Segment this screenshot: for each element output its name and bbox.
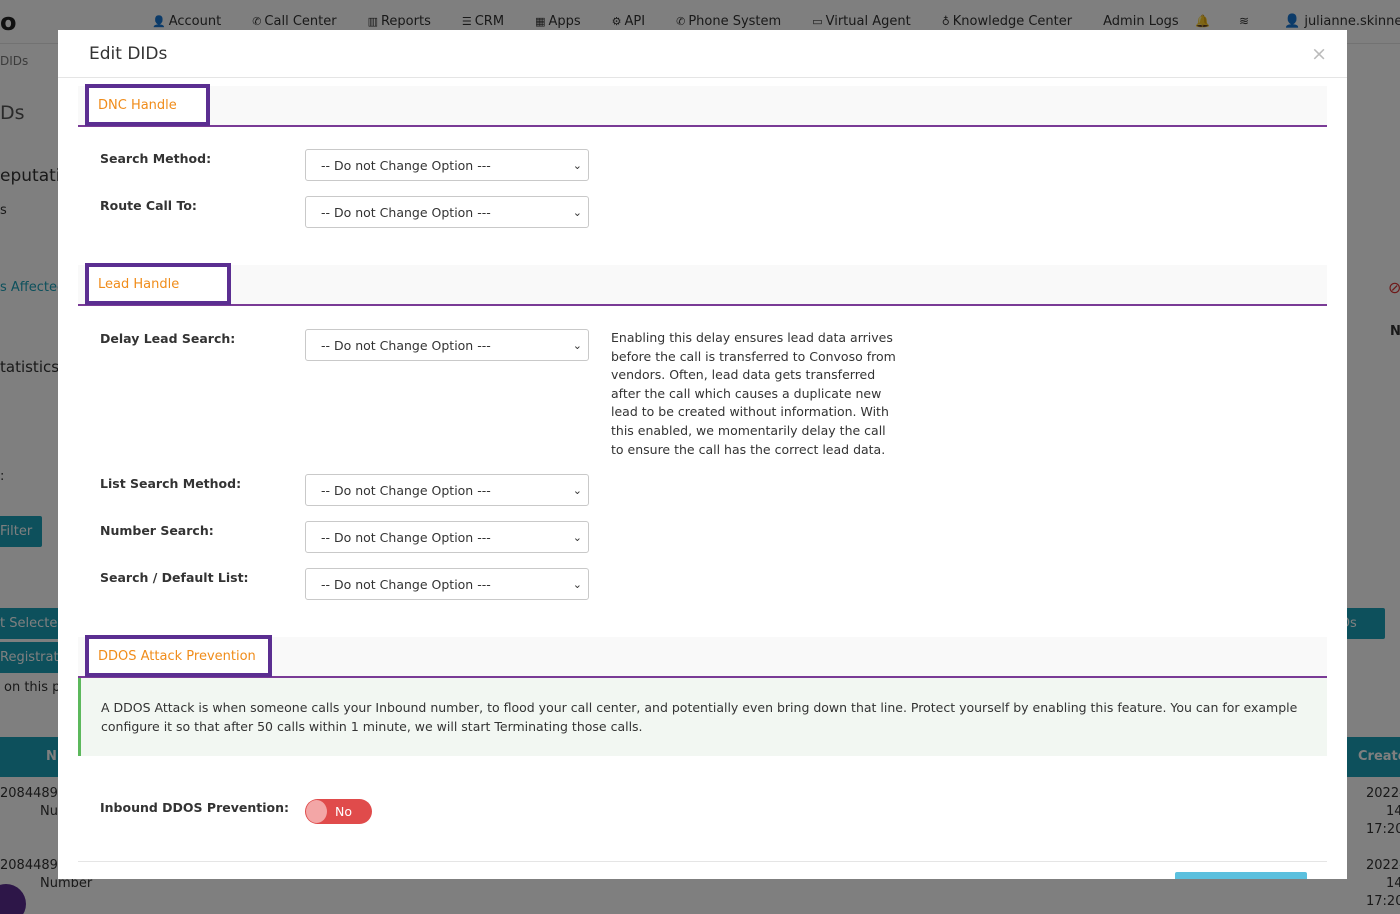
search-default-list-select[interactable]: -- Do not Change Option --- ⌄: [305, 568, 589, 600]
delay-lead-search-help: Enabling this delay ensures lead data ar…: [611, 330, 896, 457]
list-search-method-label: List Search Method:: [100, 476, 242, 491]
chevron-down-icon: ⌄: [572, 159, 582, 172]
edit-dids-modal: Edit DIDs × DNC Handle Search Method: --…: [58, 30, 1347, 879]
route-call-to-label: Route Call To:: [100, 198, 197, 213]
delay-lead-search-select[interactable]: -- Do not Change Option --- ⌄: [305, 329, 589, 361]
search-method-label: Search Method:: [100, 151, 212, 166]
modal-header: Edit DIDs ×: [58, 30, 1347, 78]
toggle-state: No: [335, 804, 352, 819]
chevron-down-icon: ⌄: [572, 484, 582, 497]
search-method-select[interactable]: -- Do not Change Option --- ⌄: [305, 149, 589, 181]
modal-footer-divider: [78, 861, 1327, 862]
delay-lead-search-label: Delay Lead Search:: [100, 331, 236, 346]
number-search-label: Number Search:: [100, 523, 214, 538]
search-default-list-label: Search / Default List:: [100, 570, 249, 585]
number-search-select[interactable]: -- Do not Change Option --- ⌄: [305, 521, 589, 553]
modal-title: Edit DIDs: [89, 44, 168, 64]
ddos-info-alert: A DDOS Attack is when someone calls your…: [78, 678, 1327, 756]
toggle-knob: [306, 800, 327, 823]
chevron-down-icon: ⌄: [572, 578, 582, 591]
section-dnc-handle: DNC Handle: [78, 84, 1327, 127]
section-ddos-prevention: DDOS Attack Prevention: [78, 635, 1327, 678]
section-title: Lead Handle: [85, 263, 231, 305]
close-icon[interactable]: ×: [1311, 43, 1327, 65]
chevron-down-icon: ⌄: [572, 531, 582, 544]
section-title: DNC Handle: [85, 84, 210, 126]
chevron-down-icon: ⌄: [572, 206, 582, 219]
inbound-ddos-prevention-label: Inbound DDOS Prevention:: [100, 800, 289, 815]
section-title: DDOS Attack Prevention: [85, 635, 272, 677]
inbound-ddos-prevention-toggle[interactable]: No: [305, 799, 372, 824]
route-call-to-select[interactable]: -- Do not Change Option --- ⌄: [305, 196, 589, 228]
section-lead-handle: Lead Handle: [78, 263, 1327, 306]
list-search-method-select[interactable]: -- Do not Change Option --- ⌄: [305, 474, 589, 506]
save-button[interactable]: [1175, 872, 1307, 879]
chevron-down-icon: ⌄: [572, 339, 582, 352]
